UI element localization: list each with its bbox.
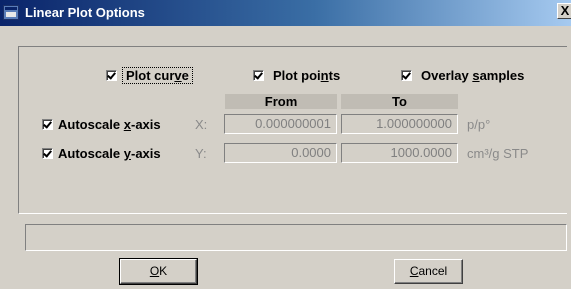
x-from-field[interactable]: 0.000000001	[224, 114, 337, 134]
window-app-icon	[3, 5, 19, 20]
checkbox-check-icon[interactable]	[106, 70, 117, 81]
from-column-header: From	[225, 94, 337, 109]
close-button[interactable]: X	[557, 3, 571, 19]
x-to-field[interactable]: 1.000000000	[341, 114, 458, 134]
y-axis-label: Y:	[195, 146, 207, 161]
autoscale-x-label: Autoscale x-axis	[58, 117, 161, 132]
status-bar	[25, 224, 567, 251]
title-bar[interactable]: Linear Plot Options X	[0, 0, 571, 26]
autoscale-y-checkbox[interactable]: Autoscale y-axis	[42, 145, 165, 162]
y-to-field[interactable]: 1000.0000	[341, 143, 458, 163]
x-axis-label: X:	[195, 117, 208, 132]
x-unit-label: p/p°	[467, 117, 491, 132]
window-title: Linear Plot Options	[25, 5, 145, 20]
cancel-button[interactable]: Cancel	[394, 259, 463, 284]
plot-curve-checkbox[interactable]: Plot curve	[106, 67, 193, 84]
checkbox-check-icon[interactable]	[42, 148, 53, 159]
autoscale-x-checkbox[interactable]: Autoscale x-axis	[42, 116, 165, 133]
overlay-samples-checkbox[interactable]: Overlay samples	[401, 67, 528, 84]
checkbox-check-icon[interactable]	[401, 70, 412, 81]
to-column-header: To	[341, 94, 458, 109]
overlay-samples-label: Overlay samples	[421, 68, 525, 83]
checkbox-check-icon[interactable]	[42, 119, 53, 130]
autoscale-y-label: Autoscale y-axis	[58, 146, 161, 161]
y-from-field[interactable]: 0.0000	[224, 143, 337, 163]
ok-button[interactable]: OK	[119, 258, 198, 285]
y-unit-label: cm³/g STP	[467, 146, 529, 161]
plot-curve-label: Plot curve	[122, 67, 193, 84]
checkbox-check-icon[interactable]	[253, 70, 264, 81]
dialog-window: Linear Plot Options X Plot curve Plot po…	[0, 0, 571, 289]
plot-points-label: Plot points	[273, 68, 341, 83]
plot-points-checkbox[interactable]: Plot points	[253, 67, 344, 84]
